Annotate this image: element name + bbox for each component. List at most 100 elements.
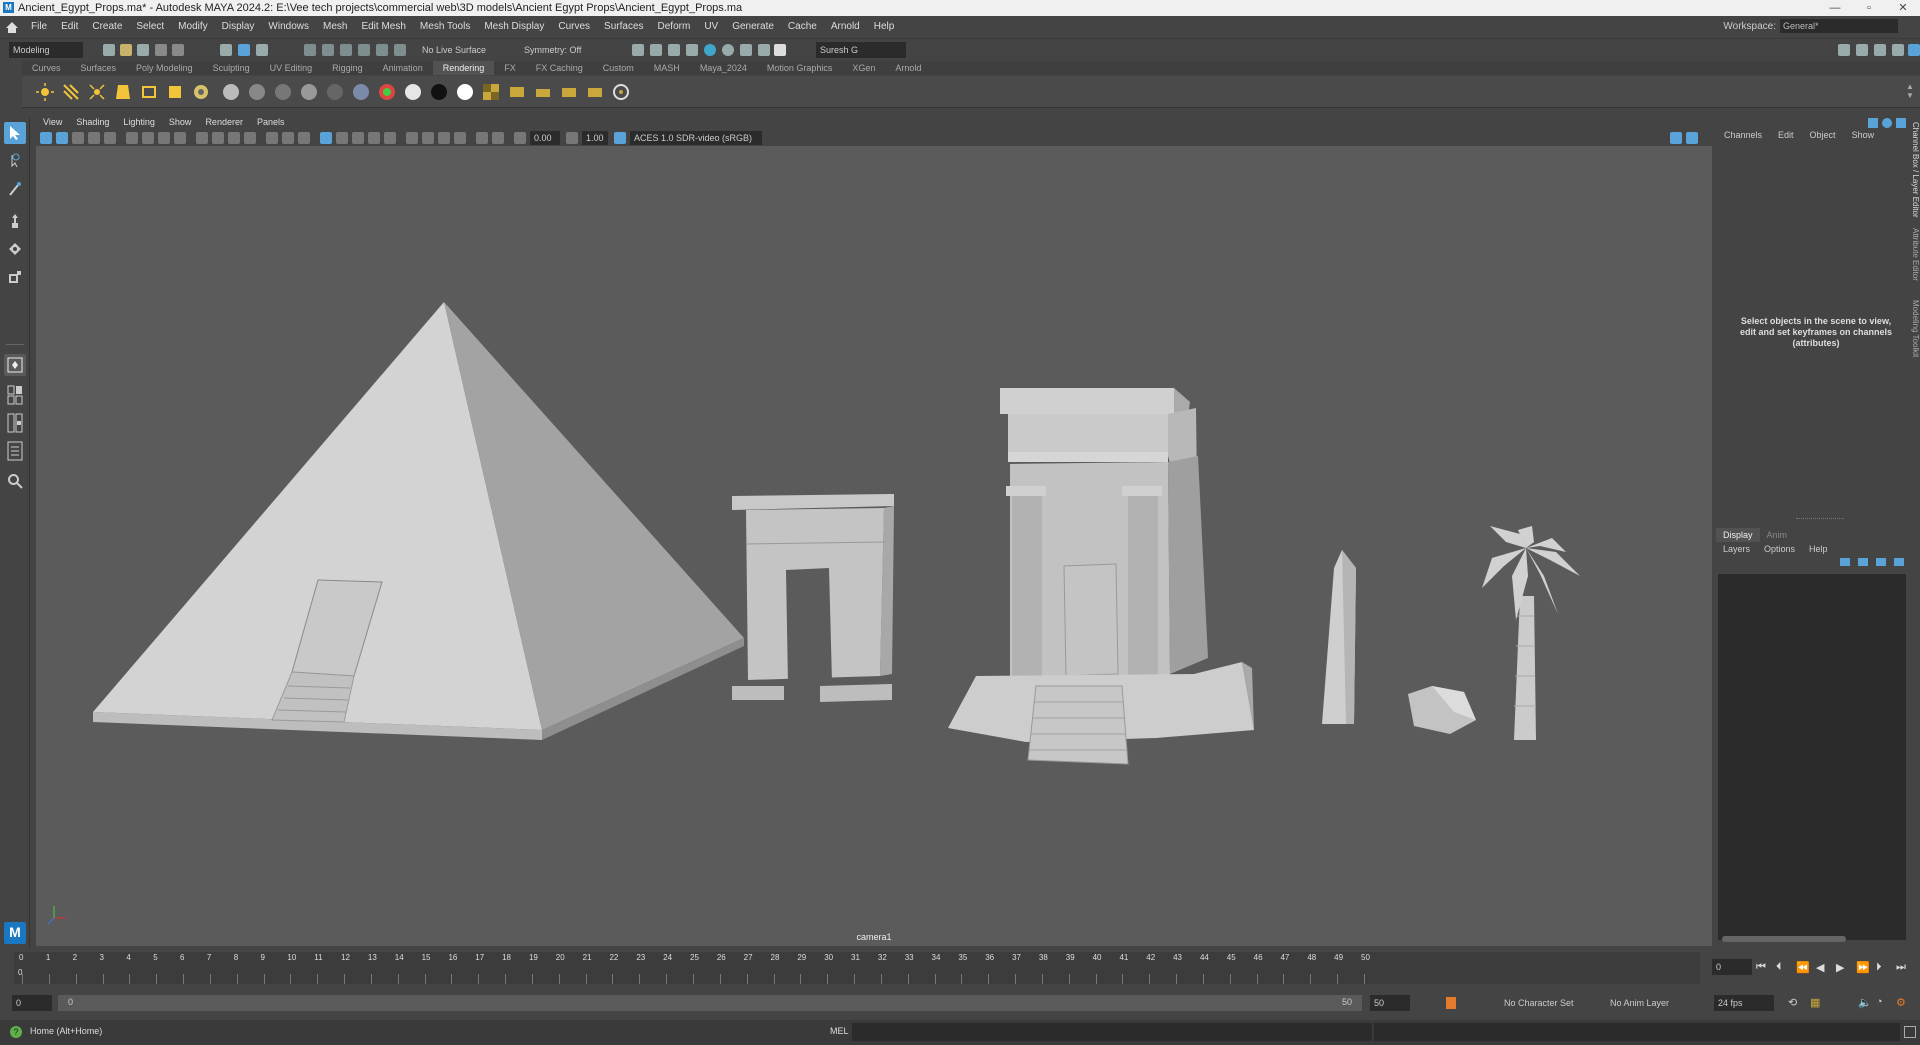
depth-of-field-icon[interactable]	[422, 132, 434, 144]
step-forward-key-icon[interactable]: ⏩	[1856, 961, 1870, 974]
menu-modify[interactable]: Modify	[171, 16, 214, 38]
select-component-icon[interactable]	[256, 44, 268, 56]
directional-light-icon[interactable]	[62, 83, 80, 101]
light-link-icon[interactable]	[560, 83, 578, 101]
lambert-material-icon[interactable]	[248, 83, 266, 101]
wireframe-icon[interactable]	[266, 132, 278, 144]
safe-action-icon[interactable]	[228, 132, 240, 144]
checker-texture-icon[interactable]	[482, 83, 500, 101]
gamma-icon[interactable]	[566, 132, 578, 144]
time-ruler[interactable]: 0 1 2 3 4 5 6 7 8 9 10 11 12 13 14 15 16 17 18 19 20 21 22 23 24…	[14, 952, 1700, 984]
viewport-menu-panels[interactable]: Panels	[250, 115, 292, 130]
x-ray-joints-icon[interactable]	[476, 132, 488, 144]
select-object-icon[interactable]	[238, 44, 250, 56]
wireframe-on-shaded-icon[interactable]	[298, 132, 310, 144]
ipr-render-icon[interactable]	[668, 44, 680, 56]
two-d-pan-zoom-icon[interactable]	[104, 132, 116, 144]
cb-edit-menu[interactable]: Edit	[1770, 130, 1802, 140]
animation-end-field[interactable]: 50	[1370, 995, 1410, 1011]
new-scene-icon[interactable]	[103, 44, 115, 56]
new-empty-layer-icon[interactable]	[1876, 558, 1886, 566]
anisotropic-shader-icon[interactable]	[326, 83, 344, 101]
grid-icon[interactable]	[142, 132, 154, 144]
shelf-tab-motion-graphics[interactable]: Motion Graphics	[757, 61, 843, 75]
viewport-settings-icon[interactable]	[1686, 132, 1698, 144]
isolate-select-icon[interactable]	[438, 132, 450, 144]
shelf-scroll-icon[interactable]: ▲ ▼	[1906, 82, 1914, 102]
viewport-menu-renderer[interactable]: Renderer	[198, 115, 250, 130]
safe-title-icon[interactable]	[244, 132, 256, 144]
panel-splitter[interactable]	[1796, 518, 1844, 520]
shelf-tab-sculpting[interactable]: Sculpting	[203, 61, 260, 75]
current-frame-field[interactable]: 0	[1712, 959, 1752, 975]
close-button[interactable]: ✕	[1886, 0, 1920, 16]
temple-gate-mesh[interactable]	[732, 494, 894, 702]
select-hierarchy-icon[interactable]	[220, 44, 232, 56]
play-backwards-icon[interactable]: ◀	[1816, 961, 1824, 974]
shelf-tab-rendering[interactable]: Rendering	[432, 61, 495, 75]
new-layer-selected-icon[interactable]	[1894, 558, 1904, 566]
open-scene-icon[interactable]	[120, 44, 132, 56]
maximize-button[interactable]: ▫	[1852, 0, 1886, 16]
channel-box-icon[interactable]	[1892, 44, 1904, 56]
sidebar-toggle-icon[interactable]	[1838, 44, 1850, 56]
grease-pencil-icon[interactable]	[126, 132, 138, 144]
perspective-viewport[interactable]: camera1	[36, 146, 1712, 946]
display-layer-tab[interactable]: Display	[1716, 528, 1760, 542]
shelf-tab-curves[interactable]: Curves	[22, 61, 71, 75]
render-target-icon[interactable]	[612, 83, 630, 101]
snap-edge-icon[interactable]	[394, 44, 406, 56]
viewport-menu-lighting[interactable]: Lighting	[116, 115, 162, 130]
layer-scrollbar[interactable]	[1722, 936, 1846, 942]
viewport-menu-shading[interactable]: Shading	[69, 115, 116, 130]
hypershade-icon[interactable]	[704, 44, 716, 56]
move-layer-down-icon[interactable]	[1858, 558, 1868, 566]
cache-playback-icon[interactable]: ▦	[1810, 996, 1820, 1009]
menu-edit[interactable]: Edit	[54, 16, 85, 38]
playblast-icon[interactable]	[758, 44, 770, 56]
anim-layer-dropdown[interactable]: No Anim Layer	[1606, 995, 1698, 1011]
x-ray-icon[interactable]	[454, 132, 466, 144]
snap-view-icon[interactable]	[358, 44, 370, 56]
script-editor-icon[interactable]	[1904, 1026, 1916, 1038]
view-transform-dropdown[interactable]: ACES 1.0 SDR-video (sRGB)	[630, 131, 762, 145]
menu-arnold[interactable]: Arnold	[824, 16, 867, 38]
blinn-material-icon[interactable]	[222, 83, 240, 101]
live-surface-field[interactable]: No Live Surface	[418, 42, 500, 58]
layered-shader-icon[interactable]	[352, 83, 370, 101]
motion-blur-icon[interactable]	[384, 132, 396, 144]
menu-cache[interactable]: Cache	[781, 16, 824, 38]
channel-box-pin-icon[interactable]	[1896, 118, 1906, 128]
channel-box-settings-icon[interactable]	[1882, 118, 1892, 128]
bake-light-icon[interactable]	[534, 83, 552, 101]
ambient-light-icon[interactable]	[36, 83, 54, 101]
timer-icon[interactable]: ◔	[1876, 996, 1883, 1008]
lasso-tool-icon[interactable]	[4, 150, 26, 172]
shelf-tab-fx-caching[interactable]: FX Caching	[526, 61, 593, 75]
home-icon[interactable]	[0, 16, 24, 38]
field-chart-icon[interactable]	[212, 132, 224, 144]
screen-space-ao-icon[interactable]	[368, 132, 380, 144]
modeling-toolkit-side-tab[interactable]: Modeling Toolkit	[1908, 300, 1920, 357]
four-view-layout-icon[interactable]	[4, 384, 26, 406]
backface-culling-icon[interactable]	[492, 132, 504, 144]
go-to-end-icon[interactable]: ⏭	[1896, 961, 1906, 974]
ai-flat-icon[interactable]	[456, 83, 474, 101]
menu-deform[interactable]: Deform	[651, 16, 698, 38]
image-plane-icon[interactable]	[88, 132, 100, 144]
obelisk-mesh[interactable]	[1322, 550, 1356, 724]
ai-standard-surface-icon[interactable]	[404, 83, 422, 101]
select-camera-icon[interactable]	[40, 132, 52, 144]
minimize-button[interactable]: —	[1818, 0, 1852, 16]
single-perspective-layout-icon[interactable]	[4, 354, 26, 376]
render-history-icon[interactable]	[632, 44, 644, 56]
layers-menu[interactable]: Layers	[1716, 542, 1757, 556]
exposure-icon[interactable]	[514, 132, 526, 144]
smooth-shade-icon[interactable]	[282, 132, 294, 144]
shelf-tab-custom[interactable]: Custom	[593, 61, 644, 75]
move-layer-up-icon[interactable]	[1840, 558, 1850, 566]
step-forward-frame-icon[interactable]: ⏵	[1876, 961, 1882, 974]
step-back-key-icon[interactable]: ⏪	[1796, 961, 1810, 974]
palm-tree-mesh[interactable]	[1482, 526, 1580, 740]
pause-icon[interactable]	[774, 44, 786, 56]
